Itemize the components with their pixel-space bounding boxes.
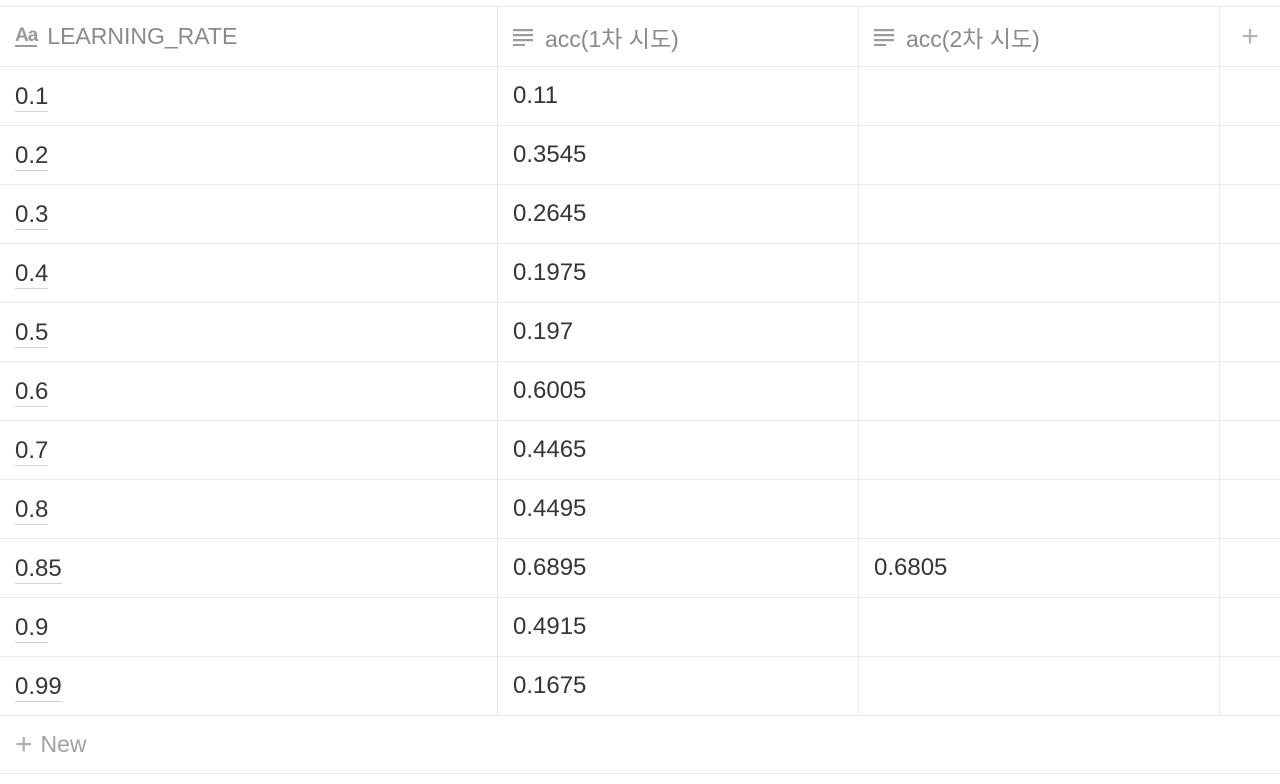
learning-rate-cell[interactable]: 0.6 [0,362,498,420]
empty-cell [1220,67,1280,125]
acc1-cell[interactable]: 0.4465 [498,421,859,479]
learning-rate-cell[interactable]: 0.99 [0,657,498,715]
learning-rate-value[interactable]: 0.3 [15,202,49,230]
acc1-cell[interactable]: 0.4495 [498,480,859,538]
acc1-value: 0.2645 [513,200,587,227]
acc1-cell[interactable]: 0.4915 [498,598,859,656]
learning-rate-value[interactable]: 0.6 [15,379,49,407]
new-row-button[interactable]: + New [0,716,1280,774]
table-header: Aa LEARNING_RATE acc(1차 시도) acc(2차 시도) + [0,7,1280,67]
acc2-cell[interactable] [859,67,1220,125]
new-row-label: New [40,731,87,757]
acc1-value: 0.4465 [513,436,587,463]
table-row: 0.6 0.6005 [0,362,1280,421]
column-header-label: acc(2차 시도) [906,25,1040,52]
acc1-value: 0.197 [513,318,574,345]
learning-rate-value[interactable]: 0.4 [15,261,49,289]
empty-cell [1220,657,1280,715]
empty-cell [1220,185,1280,243]
learning-rate-value[interactable]: 0.8 [15,497,49,525]
learning-rate-value[interactable]: 0.85 [15,556,62,584]
learning-rate-value[interactable]: 0.1 [15,84,49,112]
learning-rate-cell[interactable]: 0.85 [0,539,498,597]
table-row: 0.4 0.1975 [0,244,1280,303]
table-row: 0.1 0.11 [0,67,1280,126]
column-header-label: acc(1차 시도) [545,25,679,52]
acc2-cell[interactable] [859,126,1220,184]
acc2-cell[interactable]: 0.6805 [859,539,1220,597]
column-header-learning-rate[interactable]: Aa LEARNING_RATE [0,7,498,66]
plus-icon: + [1241,19,1259,53]
acc1-value: 0.1975 [513,259,587,286]
empty-cell [1220,303,1280,361]
empty-cell [1220,362,1280,420]
acc2-cell[interactable] [859,303,1220,361]
acc1-cell[interactable]: 0.1675 [498,657,859,715]
learning-rate-value[interactable]: 0.7 [15,438,49,466]
table-row: 0.7 0.4465 [0,421,1280,480]
empty-cell [1220,126,1280,184]
acc1-value: 0.11 [513,82,558,109]
table-row: 0.2 0.3545 [0,126,1280,185]
acc1-value: 0.3545 [513,141,587,168]
acc1-value: 0.6895 [513,554,587,581]
learning-rate-cell[interactable]: 0.1 [0,67,498,125]
acc2-value: 0.6805 [874,554,948,581]
column-header-acc2[interactable]: acc(2차 시도) [859,7,1220,66]
learning-rate-cell[interactable]: 0.2 [0,126,498,184]
empty-cell [1220,598,1280,656]
table-row: 0.3 0.2645 [0,185,1280,244]
column-header-label: LEARNING_RATE [47,23,238,49]
text-property-icon [874,28,896,46]
add-column-button[interactable]: + [1220,7,1280,66]
table-row: 0.8 0.4495 [0,480,1280,539]
acc2-cell[interactable] [859,362,1220,420]
empty-cell [1220,421,1280,479]
plus-icon: + [15,727,33,761]
empty-cell [1220,539,1280,597]
acc1-cell[interactable]: 0.2645 [498,185,859,243]
table-row: 0.9 0.4915 [0,598,1280,657]
learning-rate-cell[interactable]: 0.3 [0,185,498,243]
learning-rate-cell[interactable]: 0.8 [0,480,498,538]
acc1-cell[interactable]: 0.11 [498,67,859,125]
acc1-cell[interactable]: 0.6005 [498,362,859,420]
title-property-icon: Aa [15,24,38,47]
acc1-value: 0.1675 [513,672,587,699]
table-row: 0.5 0.197 [0,303,1280,362]
learning-rate-cell[interactable]: 0.4 [0,244,498,302]
acc2-cell[interactable] [859,185,1220,243]
acc1-value: 0.4495 [513,495,587,522]
acc2-cell[interactable] [859,657,1220,715]
acc1-cell[interactable]: 0.197 [498,303,859,361]
database-table: Aa LEARNING_RATE acc(1차 시도) acc(2차 시도) +… [0,6,1280,774]
acc1-cell[interactable]: 0.6895 [498,539,859,597]
learning-rate-cell[interactable]: 0.5 [0,303,498,361]
learning-rate-value[interactable]: 0.5 [15,320,49,348]
learning-rate-cell[interactable]: 0.9 [0,598,498,656]
empty-cell [1220,244,1280,302]
learning-rate-value[interactable]: 0.99 [15,674,62,702]
acc1-value: 0.6005 [513,377,587,404]
text-property-icon [513,28,535,46]
table-row: 0.85 0.6895 0.6805 [0,539,1280,598]
empty-cell [1220,480,1280,538]
column-header-acc1[interactable]: acc(1차 시도) [498,7,859,66]
acc2-cell[interactable] [859,244,1220,302]
acc1-value: 0.4915 [513,613,587,640]
acc1-cell[interactable]: 0.1975 [498,244,859,302]
learning-rate-cell[interactable]: 0.7 [0,421,498,479]
acc1-cell[interactable]: 0.3545 [498,126,859,184]
learning-rate-value[interactable]: 0.2 [15,143,49,171]
acc2-cell[interactable] [859,598,1220,656]
learning-rate-value[interactable]: 0.9 [15,615,49,643]
acc2-cell[interactable] [859,480,1220,538]
acc2-cell[interactable] [859,421,1220,479]
table-row: 0.99 0.1675 [0,657,1280,716]
